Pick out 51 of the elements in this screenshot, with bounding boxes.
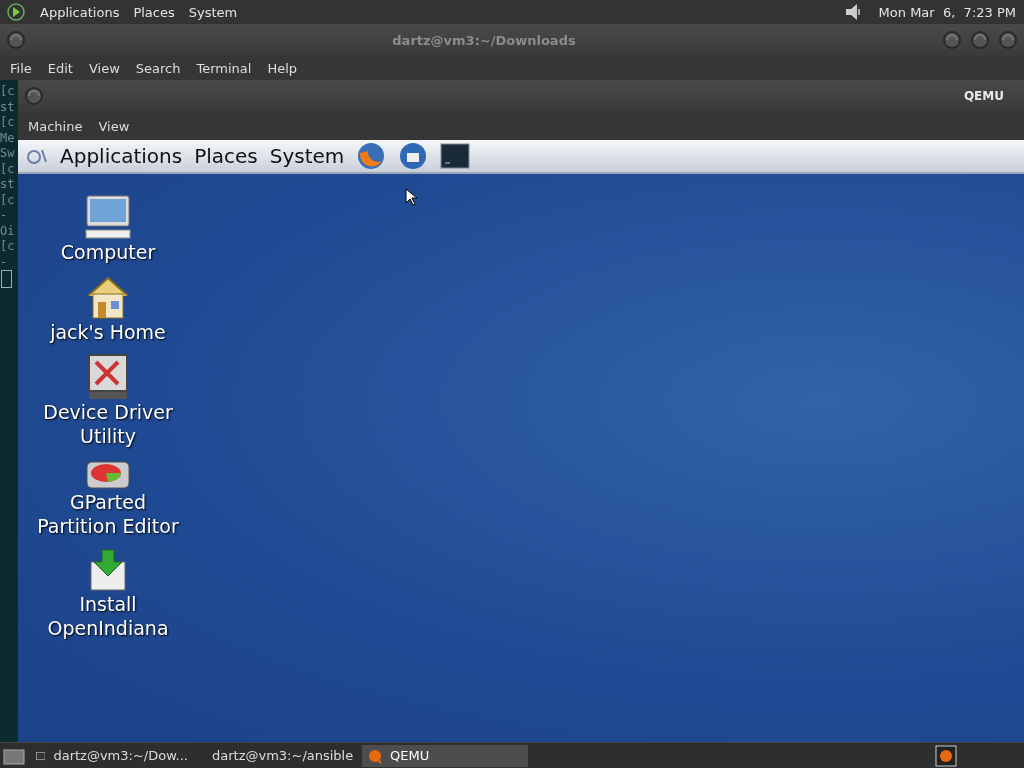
terminal-line: Me xyxy=(0,130,16,146)
desktop-icon-label[interactable]: Install OpenIndiana xyxy=(35,592,181,640)
window-menu-icon[interactable] xyxy=(24,86,44,106)
menu-item[interactable]: Help xyxy=(261,58,304,78)
menu-item[interactable]: Search xyxy=(129,58,187,78)
window-title: dartz@vm3:~/Downloads xyxy=(391,32,577,48)
terminal-line: st xyxy=(0,99,16,115)
menu-item[interactable]: Terminal xyxy=(190,58,258,78)
taskbar-button[interactable]: dartz@vm3:~/ansible xyxy=(198,744,358,767)
menu-item[interactable]: File xyxy=(4,58,38,78)
menu-item[interactable]: Machine xyxy=(22,116,89,136)
window-title: QEMU xyxy=(962,89,1005,103)
download-icon xyxy=(90,548,126,592)
panel-menu[interactable]: Places xyxy=(133,4,175,20)
menu-item[interactable]: View xyxy=(82,58,126,78)
clock[interactable]: Mon Mar 6, 7:23 PM xyxy=(878,4,1016,20)
terminal-line: - xyxy=(0,254,9,270)
desktop-icon-label[interactable]: GParted Partition Editor xyxy=(35,490,181,538)
maximize-icon[interactable] xyxy=(970,30,990,50)
menu-item[interactable]: View xyxy=(92,116,136,136)
terminal-line: [c xyxy=(0,84,16,100)
mouse-pointer-icon xyxy=(405,188,417,206)
terminal-line: Oi xyxy=(0,223,16,239)
taskbar-button[interactable]: QEMU xyxy=(362,744,528,767)
panel-menu[interactable]: Applications xyxy=(40,4,120,20)
taskbar-button[interactable]: dartz@vm3:~/Dow... xyxy=(30,744,194,767)
minimize-icon[interactable] xyxy=(942,30,962,50)
play-logo-icon xyxy=(6,2,26,22)
browser-globe-icon[interactable] xyxy=(356,141,387,171)
desktop-icon-label[interactable]: jack's Home xyxy=(50,320,166,344)
menu-item[interactable]: Edit xyxy=(41,58,79,78)
panel-menu[interactable]: System xyxy=(188,4,238,20)
text-cursor xyxy=(1,270,12,288)
computer-icon xyxy=(84,194,132,240)
terminal-line: [c xyxy=(0,192,16,208)
mail-globe-icon[interactable] xyxy=(398,141,429,171)
window-menu-icon[interactable] xyxy=(6,30,26,50)
panel-menu[interactable]: Places xyxy=(194,144,258,168)
terminal-line: Sw xyxy=(0,146,16,162)
terminal-line: [c xyxy=(0,161,16,177)
desktop-icon-label[interactable]: Device Driver Utility xyxy=(35,400,181,448)
panel-menu[interactable]: System xyxy=(269,144,345,168)
terminal-icon[interactable] xyxy=(440,143,471,169)
close-icon[interactable] xyxy=(998,30,1018,50)
terminal-line: st xyxy=(0,177,16,193)
terminal-line: [c xyxy=(0,239,16,255)
terminal-line: [c xyxy=(0,115,16,131)
desktop-icon-label[interactable]: Computer xyxy=(60,240,156,264)
terminal-icon xyxy=(36,749,46,762)
terminal-line: - xyxy=(0,208,9,224)
panel-menu[interactable]: Applications xyxy=(60,144,183,168)
